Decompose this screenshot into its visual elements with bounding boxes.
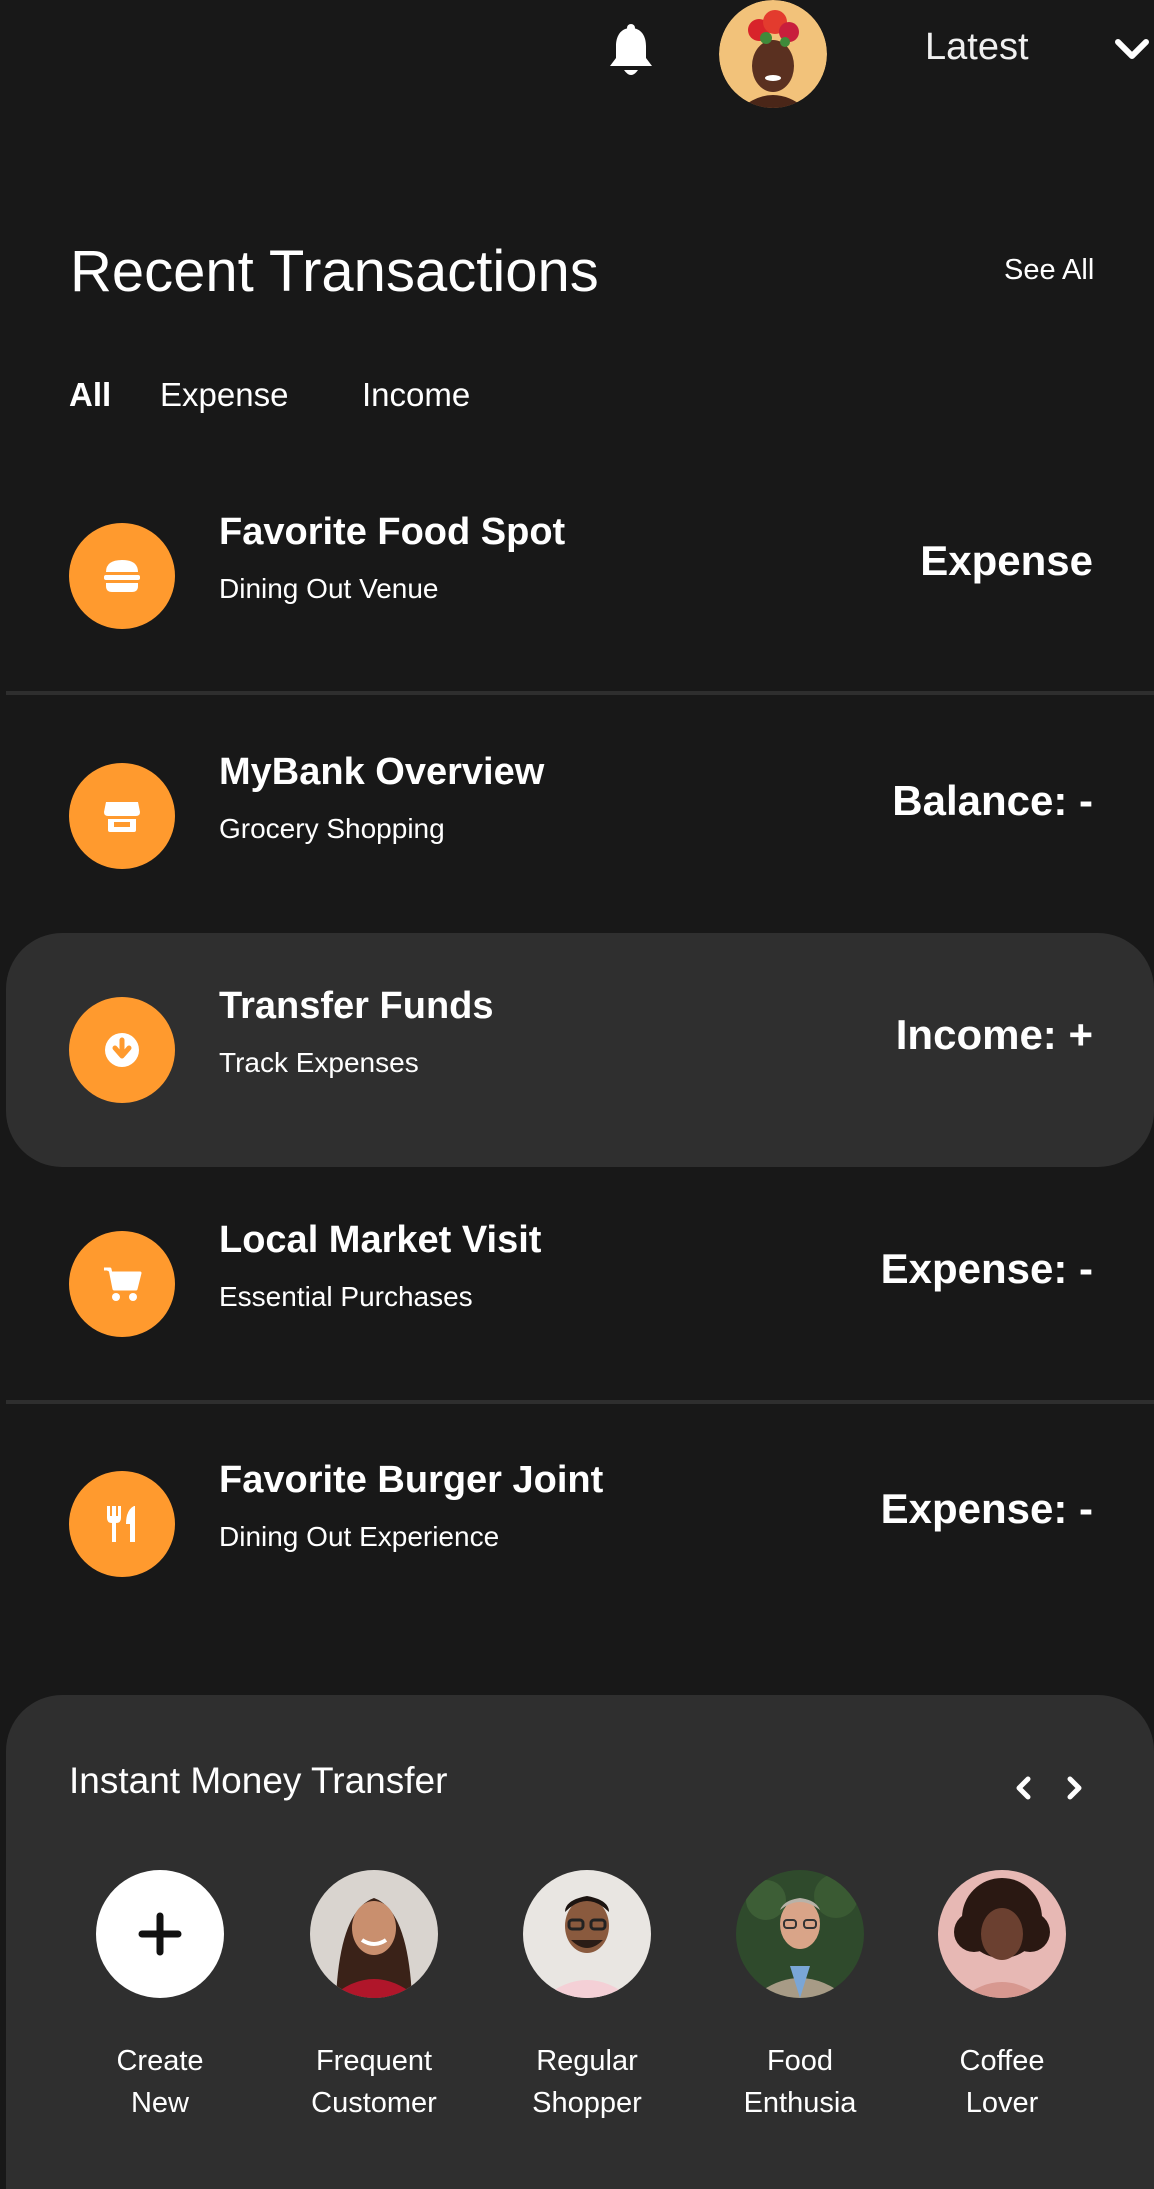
contact-label: Create New	[116, 2045, 204, 2119]
transaction-row[interactable]: Favorite Burger Joint Dining Out Experie…	[6, 1407, 1154, 1641]
avatar[interactable]	[310, 1870, 438, 1998]
avatar[interactable]	[938, 1870, 1066, 1998]
tab-income[interactable]: Income	[362, 376, 470, 414]
contact-label: Regular Shopper	[532, 2045, 642, 2119]
cart-icon	[69, 1231, 175, 1337]
transaction-subtitle: Track Expenses	[219, 1047, 419, 1078]
contact-create-new[interactable]: Create New	[70, 1870, 250, 2124]
contact-label: Food Enthusia	[743, 2045, 857, 2119]
transaction-amount: Expense: -	[880, 1245, 1093, 1292]
contact-food-enthusia[interactable]: Food Enthusia	[710, 1870, 890, 2124]
notification-bell-icon[interactable]	[606, 24, 656, 80]
page-title: Recent Transactions	[70, 239, 599, 304]
divider	[6, 691, 1154, 695]
transaction-row[interactable]: MyBank Overview Grocery Shopping Balance…	[6, 699, 1154, 933]
transaction-title: Transfer Funds	[219, 985, 494, 1027]
contact-coffee-lover[interactable]: Coffee Lover	[912, 1870, 1092, 2124]
transaction-title: Favorite Food Spot	[219, 511, 566, 553]
contact-label: Frequent Customer	[311, 2045, 437, 2119]
tab-all[interactable]: All	[69, 376, 111, 414]
transaction-subtitle: Dining Out Venue	[219, 573, 439, 604]
contact-regular-shopper[interactable]: Regular Shopper	[497, 1870, 677, 2124]
transaction-subtitle: Essential Purchases	[219, 1281, 473, 1312]
utensils-icon	[69, 1471, 175, 1577]
transaction-amount: Expense	[920, 537, 1093, 584]
store-icon	[69, 763, 175, 869]
download-circle-icon	[69, 997, 175, 1103]
transaction-amount: Expense: -	[880, 1485, 1093, 1532]
transaction-subtitle: Dining Out Experience	[219, 1521, 500, 1552]
chevron-left-icon[interactable]	[1011, 1775, 1037, 1801]
see-all-link[interactable]: See All	[1004, 254, 1094, 287]
sort-dropdown-label[interactable]: Latest	[925, 26, 1029, 69]
transfer-title: Instant Money Transfer	[69, 1760, 448, 1801]
transaction-amount: Income: +	[895, 1011, 1093, 1058]
plus-icon[interactable]	[96, 1870, 224, 1998]
contact-label: Coffee Lover	[959, 2045, 1045, 2119]
transaction-title: MyBank Overview	[219, 751, 545, 793]
transaction-amount: Balance: -	[892, 777, 1093, 824]
avatar[interactable]	[736, 1870, 864, 1998]
burger-icon	[69, 523, 175, 629]
transaction-row-selected[interactable]: Transfer Funds Track Expenses Income: +	[6, 933, 1154, 1167]
profile-avatar[interactable]	[719, 0, 827, 108]
transaction-title: Favorite Burger Joint	[219, 1459, 604, 1501]
chevron-right-icon[interactable]	[1061, 1775, 1087, 1801]
transaction-row[interactable]: Local Market Visit Essential Purchases E…	[6, 1167, 1154, 1401]
transaction-row[interactable]: Favorite Food Spot Dining Out Venue Expe…	[6, 459, 1154, 693]
tab-expense[interactable]: Expense	[160, 376, 288, 414]
transaction-subtitle: Grocery Shopping	[219, 813, 445, 844]
chevron-down-icon[interactable]	[1114, 36, 1150, 64]
avatar[interactable]	[523, 1870, 651, 1998]
instant-transfer-card: Instant Money Transfer Create New Freque…	[6, 1695, 1154, 2189]
divider	[6, 1400, 1154, 1404]
transaction-title: Local Market Visit	[219, 1219, 542, 1261]
contact-frequent-customer[interactable]: Frequent Customer	[284, 1870, 464, 2124]
